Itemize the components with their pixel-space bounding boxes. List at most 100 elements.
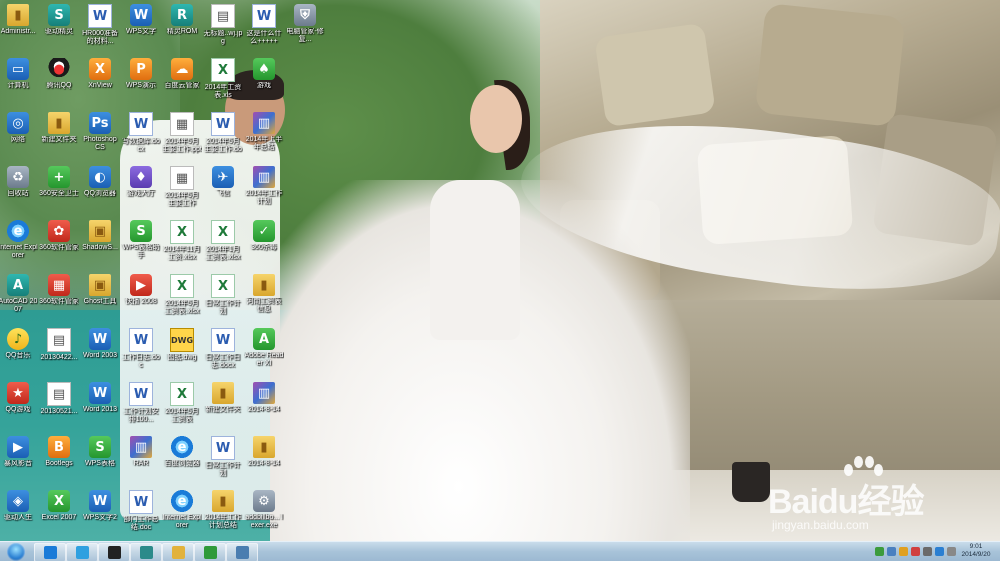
desktop-icon-label: 飞信 [216,190,230,197]
desktop-icon[interactable]: X 2014年5月工资表 [164,378,200,432]
tray-alert-icon[interactable] [911,547,920,556]
desktop-icon[interactable]: ♻ 回收站 [0,162,36,216]
taskbar-button[interactable] [226,543,258,562]
desktop-icon[interactable]: X 2014年工资表.xls [205,54,241,108]
desktop-icon[interactable]: W 写数据库.docx [122,108,160,162]
desktop-icon[interactable]: ▤ 20130422... [41,324,77,378]
folder-icon: ▮ [212,490,234,512]
desktop-icon[interactable]: ▮ 河南工资表信息 [246,270,282,324]
taskbar-button[interactable] [98,543,130,562]
desktop-icon-label: XnView [88,82,112,89]
desktop-icon[interactable]: ▮ 2014年工作计划总结 [205,486,241,540]
desktop-icon[interactable]: ● 腾讯QQ [41,54,77,108]
folder-icon [171,546,185,559]
desktop-icon[interactable]: X 2014年1月工资表.xlsx [205,216,241,270]
desktop-icon[interactable]: ▮ 新建文件夹 [205,378,241,432]
desktop-icon[interactable]: W WPS文字 [123,0,159,54]
desktop-icon[interactable]: ▦ 360软件管家 [39,270,79,324]
taskbar-button[interactable] [66,543,98,562]
tray-input-method-icon[interactable] [947,547,956,556]
taskbar-button[interactable] [194,543,226,562]
desktop-icon[interactable]: S 驱动精灵 [41,0,77,54]
desktop-icon[interactable]: ▶ 暴风影音 [0,432,36,486]
image-file-icon: ▤ [47,382,71,406]
desktop-icon[interactable]: W 日常工作计划 [205,432,241,486]
desktop-icon[interactable]: A AutoCAD 2007 [0,270,37,324]
desktop-icon[interactable]: ▥ RAR [123,432,159,486]
desktop-icon[interactable]: W 日常工作日志.docx [205,324,241,378]
desktop-icon[interactable]: Ps Photoshop CS [82,108,118,162]
desktop-icon[interactable]: ♪ QQ音乐 [0,324,36,378]
desktop-icon[interactable]: ◎ 网络 [0,108,36,162]
desktop-icon[interactable]: S WPS表格 [82,432,118,486]
desktop-icon[interactable]: ▥ 2014年上半年总结 [246,108,282,162]
desktop-icon[interactable]: W 部门工作总结.doc [123,486,159,540]
desktop-icon[interactable]: ✓ 360杀毒 [246,216,282,270]
wps-sheet-icon [203,546,217,559]
desktop-icon[interactable]: ▮ 2014-8-14 [246,432,282,486]
desktop-icon[interactable]: ☁ 百度云管家 [164,54,200,108]
desktop-icon[interactable]: e Internet Explorer [162,486,202,540]
desktop-icon[interactable]: X XnView [82,54,118,108]
word-doc-icon: W [129,382,153,406]
desktop-icon[interactable]: ▦ 2014年5月主要工作.pptx [162,108,202,162]
desktop-icon-label: 写数据库.docx [122,138,160,153]
tray-network-icon[interactable] [887,547,896,556]
tray-volume-icon[interactable] [923,547,932,556]
desktop-icon[interactable]: ▣ Ghost工具 [82,270,118,324]
desktop-icon[interactable]: W 这是什么什么+++++ [246,0,282,54]
tray-power-icon[interactable] [899,547,908,556]
desktop-icon[interactable]: W WPS文字2 [82,486,118,540]
desktop-icon[interactable]: W Word 2003 [82,324,118,378]
desktop-icon[interactable]: X Excel 2007 [41,486,77,540]
desktop-icon[interactable]: X 2014年11月工资.xlsx [164,216,200,270]
desktop-icon[interactable]: ⛨ 电脑管家-修复... [286,0,324,54]
desktop-icon[interactable]: ♠ 游戏 [246,54,282,108]
taskbar-button[interactable] [34,543,66,562]
desktop-icon[interactable]: ▦ 2014年5月主要工作 [164,162,200,216]
desktop-icon[interactable]: ▥ 2014年工作计划 [246,162,282,216]
desktop-icon-label: 360软件管家 [39,244,79,251]
desktop-icon[interactable]: W 2014年5月主要工作.docx [204,108,242,162]
taskbar-clock[interactable]: 9:01 2014/9/20 [956,543,996,560]
desktop-icon[interactable]: ▮ Administr... [0,0,36,54]
desktop-icon[interactable]: W 工作计划安排100... [123,378,159,432]
desktop-icon[interactable]: ▥ 2014-8-14 [246,378,282,432]
start-button[interactable] [2,542,30,561]
desktop-icon[interactable]: ★ QQ游戏 [0,378,36,432]
desktop-icon[interactable]: R 精灵ROM [164,0,200,54]
desktop-icon[interactable]: S WPS表格助手 [123,216,159,270]
desktop-icon[interactable]: ▶ 快播 2008 [123,270,159,324]
network-icon: ◎ [7,112,29,134]
taskbar-button[interactable] [162,543,194,562]
desktop-icon[interactable]: ⚙ addbillbo... lexer.exe [245,486,283,540]
desktop-icon[interactable]: ▤ 无标题..wj.jpg [204,0,242,54]
desktop-icon[interactable]: X 日常工作计划 [205,270,241,324]
desktop-icon[interactable]: W HR000准备的材料... [82,0,118,54]
desktop-icon-label: 驱动人生 [4,514,32,521]
desktop-icon[interactable]: DWG 图纸.dwg [164,324,200,378]
desktop-icon[interactable]: ◐ QQ浏览器 [82,162,118,216]
desktop-icon[interactable]: P WPS演示 [123,54,159,108]
presentation-file-icon: ▦ [170,112,194,136]
desktop-icon[interactable]: B Bootlegs [41,432,77,486]
desktop-icon[interactable]: ▭ 计算机 [0,54,36,108]
desktop-icon[interactable]: W 工作日志.doc [122,324,160,378]
desktop-icon[interactable]: X 2014年5月工资表.xlsx [164,270,200,324]
desktop-icon[interactable]: +360安全卫士 [39,162,79,216]
taskbar-button[interactable] [130,543,162,562]
desktop-icon[interactable]: ✿ 360软件管家 [39,216,79,270]
desktop-icon[interactable]: ◈ 驱动人生 [0,486,36,540]
tray-security-icon[interactable] [875,547,884,556]
desktop-icon[interactable]: ▣ ShadowS... [82,216,118,270]
desktop-icon[interactable]: W Word 2013 [82,378,118,432]
desktop-icon[interactable]: ♦ 游戏大厅 [123,162,159,216]
desktop-icon-label: 这是什么什么+++++ [246,30,282,45]
desktop-icon[interactable]: ▮ 新建文件夹 [41,108,77,162]
desktop-icon[interactable]: A Adobe Reader XI [245,324,283,378]
desktop-icon[interactable]: e Internet Explorer [0,216,38,270]
tray-qq-icon[interactable] [935,547,944,556]
desktop-icon[interactable]: ▤ 20130521... [41,378,77,432]
desktop-icon[interactable]: ✈ 飞信 [205,162,241,216]
desktop-icon[interactable]: e 百度浏览器 [164,432,200,486]
